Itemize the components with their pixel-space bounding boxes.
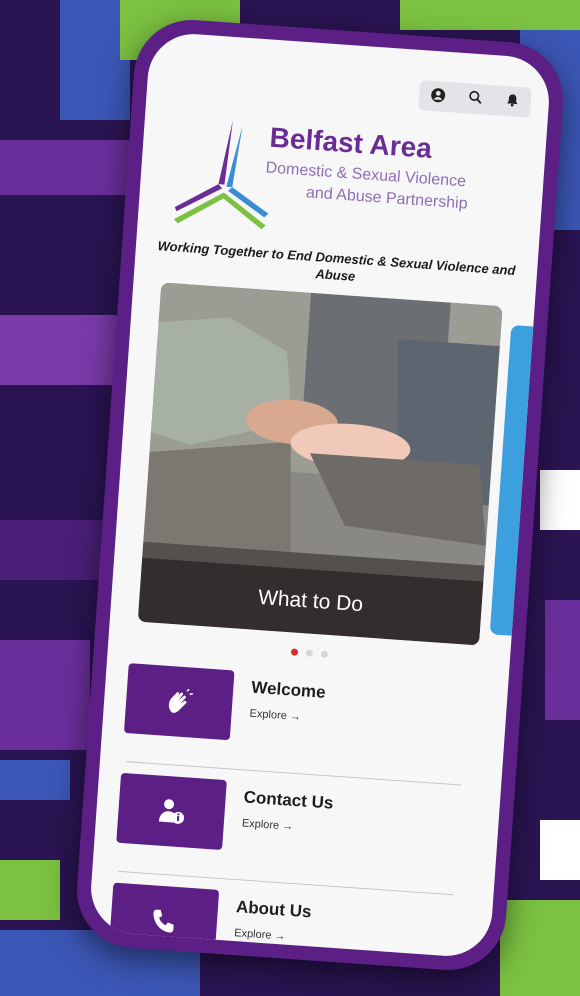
welcome-tile[interactable] <box>123 663 235 741</box>
bg-stripe <box>540 820 580 880</box>
carousel-dot-3[interactable] <box>320 650 328 658</box>
phone-mockup: Belfast Area Domestic & Sexual Violence … <box>73 16 567 974</box>
logo-subtitle-line1: Domestic & Sexual Violence <box>265 159 467 191</box>
contact-us-tile[interactable] <box>116 772 227 851</box>
explore-link[interactable]: Explore → <box>241 817 293 833</box>
explore-link[interactable]: Explore → <box>234 927 286 943</box>
user-circle-icon[interactable] <box>429 86 446 106</box>
logo-mark-icon <box>173 120 269 230</box>
bg-stripe <box>400 0 580 30</box>
carousel-slide[interactable]: What to Do <box>137 282 503 646</box>
menu-item-welcome[interactable]: Welcome Explore → <box>100 662 508 786</box>
bg-stripe <box>0 860 60 920</box>
menu-item-contact-us[interactable]: Contact Us Explore → <box>92 771 500 895</box>
bg-stripe <box>0 760 70 800</box>
clapping-hands-icon <box>168 688 194 713</box>
logo-title: Belfast Area <box>268 121 433 164</box>
partnership-logo: Belfast Area Domestic & Sexual Violence … <box>163 111 540 257</box>
bg-stripe <box>0 640 90 750</box>
header-icons <box>418 79 532 118</box>
carousel-dot-2[interactable] <box>305 649 313 657</box>
app-screen: Belfast Area Domestic & Sexual Violence … <box>88 31 552 959</box>
menu-item-title: Welcome <box>250 677 327 702</box>
user-info-icon <box>158 799 185 824</box>
menu-item-title: Contact Us <box>243 787 334 813</box>
explore-link[interactable]: Explore → <box>249 708 301 724</box>
phone-icon <box>153 909 174 933</box>
search-icon[interactable] <box>467 89 483 108</box>
menu-item-title: About Us <box>235 897 313 922</box>
bg-stripe <box>545 600 580 720</box>
carousel-dot-1[interactable] <box>290 648 298 656</box>
bell-icon[interactable] <box>504 92 520 111</box>
bg-stripe <box>500 900 580 996</box>
bg-stripe <box>540 470 580 530</box>
